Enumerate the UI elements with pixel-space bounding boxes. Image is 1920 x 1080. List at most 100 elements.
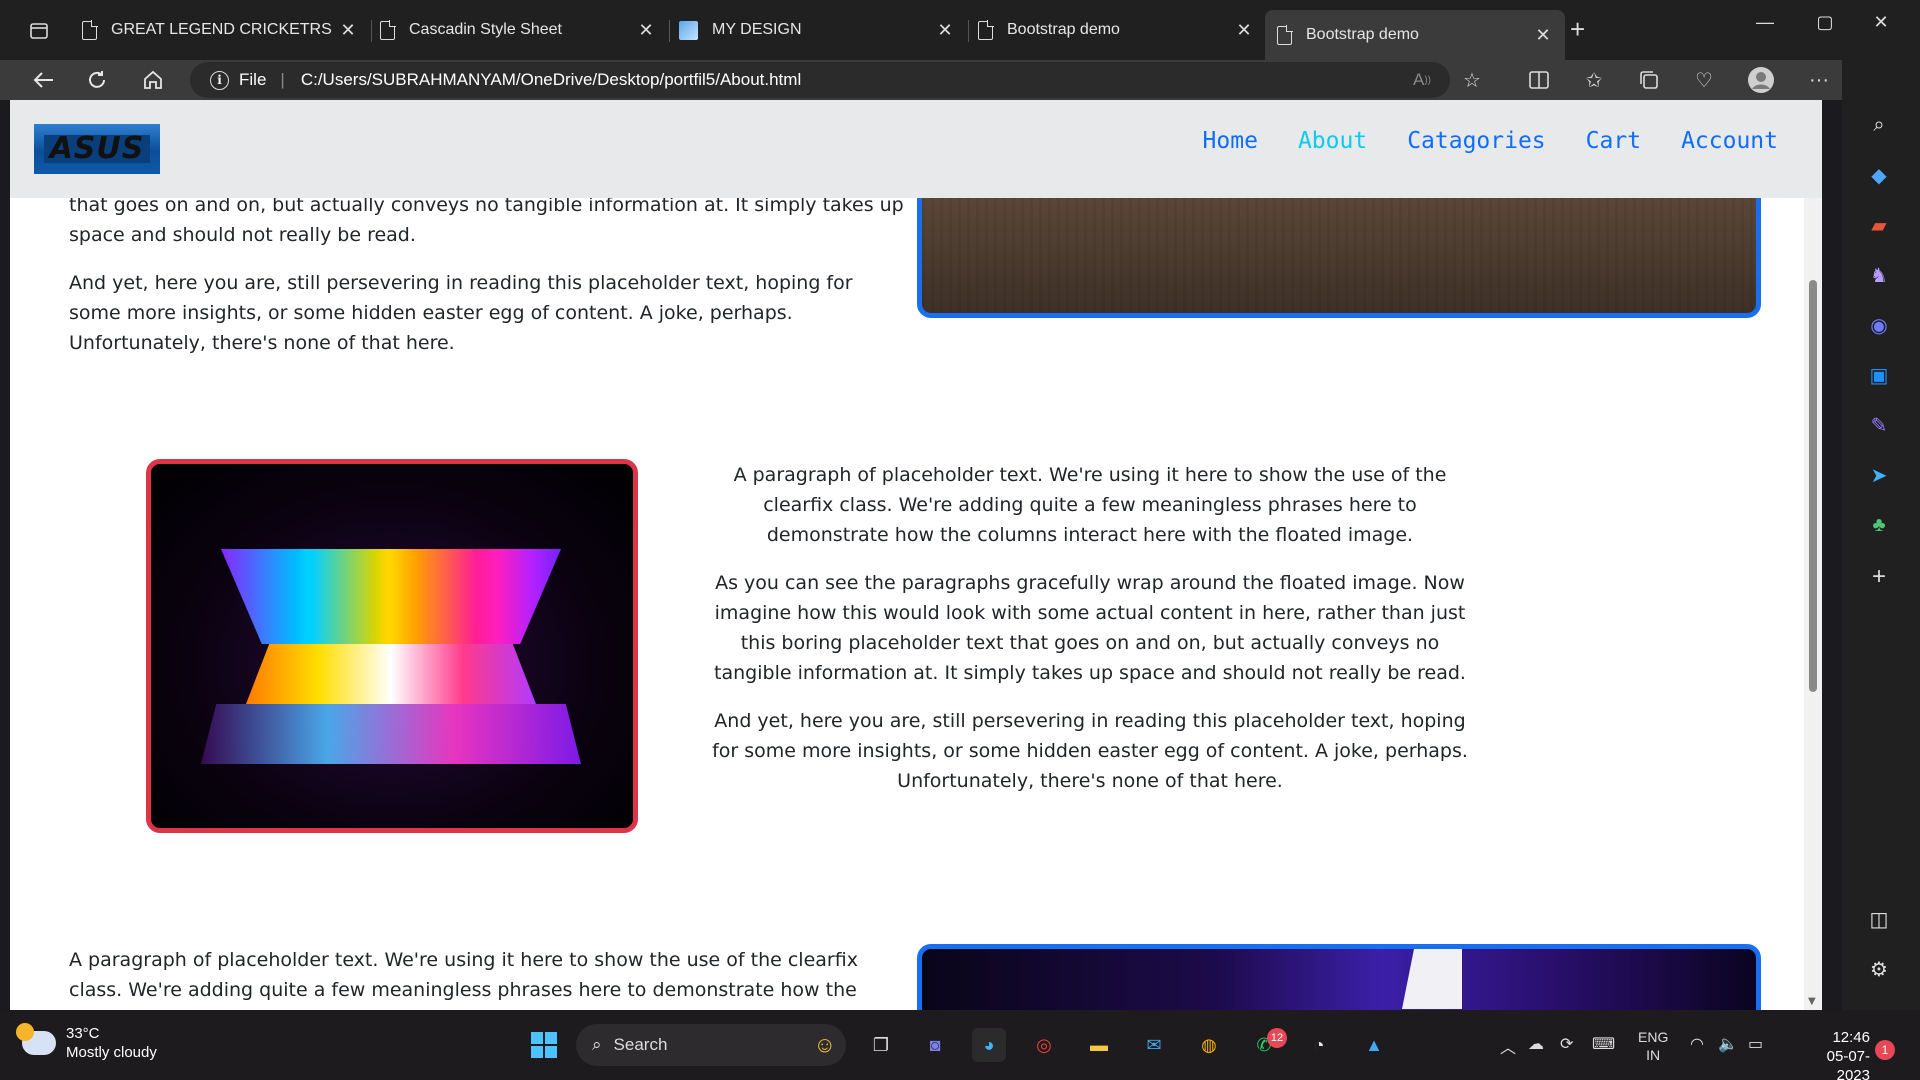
- rgb-laptop-image: [146, 459, 638, 833]
- tab-title: Bootstrap demo: [1007, 21, 1120, 38]
- edge-browser-icon[interactable]: ◕: [972, 1028, 1006, 1062]
- profile-avatar-icon[interactable]: [1744, 64, 1778, 96]
- edge-sidebar: ⌕ ◆ ▰ ♞ ◉ ▣ ✎ ➤ ♣ + ◫ ⚙: [1842, 44, 1920, 1010]
- mail-icon[interactable]: ✉: [1137, 1028, 1171, 1062]
- nav-home[interactable]: Home: [1203, 128, 1258, 154]
- new-tab-button[interactable]: +: [1570, 14, 1585, 45]
- gaming-laptop-image: [917, 944, 1761, 1010]
- search-icon: ⌕: [592, 1035, 602, 1054]
- tab-great-legend-cricketers[interactable]: GREAT LEGEND CRICKETRS ✕: [70, 10, 372, 50]
- favorite-star-icon[interactable]: ☆: [1455, 64, 1489, 96]
- microsoft-365-icon[interactable]: ◉: [1864, 310, 1894, 340]
- time: 12:46: [1832, 1029, 1870, 1046]
- tab-strip: GREAT LEGEND CRICKETRS ✕ Cascadin Style …: [0, 0, 1920, 60]
- section3-text: A paragraph of placeholder text. We're u…: [69, 945, 909, 1010]
- page-scrollbar[interactable]: ▲ ▼: [1804, 100, 1822, 1010]
- minimize-button[interactable]: —: [1750, 12, 1780, 33]
- add-sidebar-app-icon[interactable]: +: [1864, 562, 1894, 592]
- section2-text: A paragraph of placeholder text. We're u…: [700, 460, 1480, 814]
- url-text[interactable]: C:/Users/SUBRAHMANYAM/OneDrive/Desktop/p…: [301, 70, 801, 90]
- close-tab-icon[interactable]: ✕: [935, 20, 955, 41]
- designer-icon[interactable]: ✎: [1864, 410, 1894, 440]
- drop-icon[interactable]: ➤: [1864, 460, 1894, 490]
- games-icon[interactable]: ♞: [1864, 260, 1894, 290]
- chrome-icon[interactable]: ◎: [1027, 1028, 1061, 1062]
- paragraph: As you can see the paragraphs gracefully…: [714, 572, 1466, 684]
- hide-sidebar-icon[interactable]: ◫: [1864, 904, 1894, 934]
- keyboard-icon[interactable]: ⌨: [1592, 1034, 1615, 1054]
- split-screen-icon[interactable]: [1522, 64, 1556, 96]
- outlook-icon[interactable]: ▣: [1864, 360, 1894, 390]
- nav-account[interactable]: Account: [1681, 128, 1778, 154]
- site-navbar: ASUS Home About Catagories Cart Account: [10, 100, 1822, 198]
- language-indicator[interactable]: ENG IN: [1638, 1028, 1668, 1064]
- language-secondary: IN: [1646, 1047, 1661, 1063]
- paragraph: that goes on and on, but actually convey…: [69, 194, 904, 246]
- onedrive-icon[interactable]: ☁: [1528, 1034, 1544, 1054]
- asus-logo[interactable]: ASUS: [34, 124, 160, 174]
- tab-bootstrap-demo-active[interactable]: Bootstrap demo ✕: [1265, 10, 1565, 60]
- date: 05-07-2023: [1826, 1048, 1870, 1080]
- nav-categories[interactable]: Catagories: [1407, 128, 1545, 154]
- tree-icon[interactable]: ♣: [1864, 510, 1894, 540]
- taskbar-search[interactable]: ⌕ Search ☺: [576, 1024, 846, 1066]
- tab-actions-icon[interactable]: [22, 14, 56, 48]
- browser-essentials-icon[interactable]: ♡: [1687, 64, 1721, 96]
- teams-chat-icon[interactable]: ◙: [918, 1028, 952, 1062]
- show-hidden-icons[interactable]: ︿: [1500, 1034, 1516, 1058]
- search-highlight-icon: ☺: [813, 1032, 836, 1057]
- sidebar-settings-gear-icon[interactable]: ⚙: [1864, 954, 1894, 984]
- section1-text: that goes on and on, but actually convey…: [69, 190, 909, 376]
- collections-icon[interactable]: [1632, 64, 1666, 96]
- tab-cascading-style-sheet[interactable]: Cascadin Style Sheet ✕: [368, 10, 670, 50]
- maximize-button[interactable]: ▢: [1810, 12, 1840, 33]
- partly-cloudy-icon: [16, 1023, 56, 1055]
- weather-desc: Mostly cloudy: [66, 1044, 157, 1061]
- battery-icon[interactable]: ▭: [1748, 1034, 1763, 1054]
- refresh-icon[interactable]: [80, 64, 114, 96]
- tab-title: GREAT LEGEND CRICKETRS: [111, 21, 332, 38]
- close-tab-icon[interactable]: ✕: [1533, 25, 1553, 46]
- language-primary: ENG: [1638, 1029, 1669, 1045]
- more-options-icon[interactable]: ···: [1802, 64, 1836, 96]
- favorites-icon[interactable]: ✩: [1577, 64, 1611, 96]
- photos-icon[interactable]: ▲: [1357, 1028, 1391, 1062]
- nav-about[interactable]: About: [1298, 128, 1367, 154]
- nav-cart[interactable]: Cart: [1586, 128, 1641, 154]
- home-icon[interactable]: [136, 64, 170, 96]
- address-bar[interactable]: i File | C:/Users/SUBRAHMANYAM/OneDrive/…: [190, 62, 1450, 98]
- volume-icon[interactable]: 🔈: [1718, 1034, 1738, 1054]
- close-tab-icon[interactable]: ✕: [1234, 20, 1254, 41]
- chrome-canary-icon[interactable]: ◍: [1192, 1028, 1226, 1062]
- read-aloud-icon[interactable]: A)): [1405, 64, 1439, 96]
- file-explorer-icon[interactable]: ▬: [1082, 1028, 1116, 1062]
- clock[interactable]: 12:46 05-07-2023: [1805, 1028, 1870, 1080]
- search-icon[interactable]: ⌕: [1864, 110, 1894, 140]
- obs-icon[interactable]: ◔: [1302, 1028, 1336, 1062]
- tools-briefcase-icon[interactable]: ▰: [1864, 210, 1894, 240]
- close-window-button[interactable]: ✕: [1866, 12, 1896, 33]
- windows-start-icon[interactable]: [527, 1028, 561, 1062]
- sync-icon[interactable]: ⟳: [1560, 1034, 1573, 1054]
- weather-widget[interactable]: 33°C Mostly cloudy: [16, 1023, 157, 1062]
- scrollbar-thumb[interactable]: [1809, 280, 1817, 692]
- tab-bootstrap-demo[interactable]: Bootstrap demo ✕: [966, 10, 1266, 50]
- notification-badge[interactable]: 1: [1875, 1040, 1895, 1060]
- close-tab-icon[interactable]: ✕: [636, 20, 656, 41]
- tab-my-design[interactable]: MY DESIGN ✕: [667, 10, 969, 50]
- toolbar: i File | C:/Users/SUBRAHMANYAM/OneDrive/…: [0, 60, 1920, 100]
- info-icon[interactable]: i: [210, 70, 229, 90]
- document-icon: [1277, 24, 1293, 45]
- address-separator: |: [280, 70, 285, 89]
- tab-title: Bootstrap demo: [1306, 26, 1419, 43]
- shopping-tag-icon[interactable]: ◆: [1864, 160, 1894, 190]
- nav-menu: Home About Catagories Cart Account: [1203, 128, 1778, 154]
- windows-taskbar: 33°C Mostly cloudy ⌕ Search ☺ ❐ ◙ ◕ ◎ ▬ …: [0, 1010, 1920, 1080]
- wifi-icon[interactable]: ◠: [1690, 1034, 1704, 1054]
- close-tab-icon[interactable]: ✕: [338, 20, 358, 41]
- paragraph: And yet, here you are, still persevering…: [69, 272, 853, 354]
- scroll-down-arrow-icon[interactable]: ▼: [1808, 996, 1816, 1007]
- task-view-icon[interactable]: ❐: [864, 1028, 898, 1062]
- web-page: that goes on and on, but actually convey…: [10, 100, 1822, 1010]
- back-arrow-icon[interactable]: [26, 64, 60, 96]
